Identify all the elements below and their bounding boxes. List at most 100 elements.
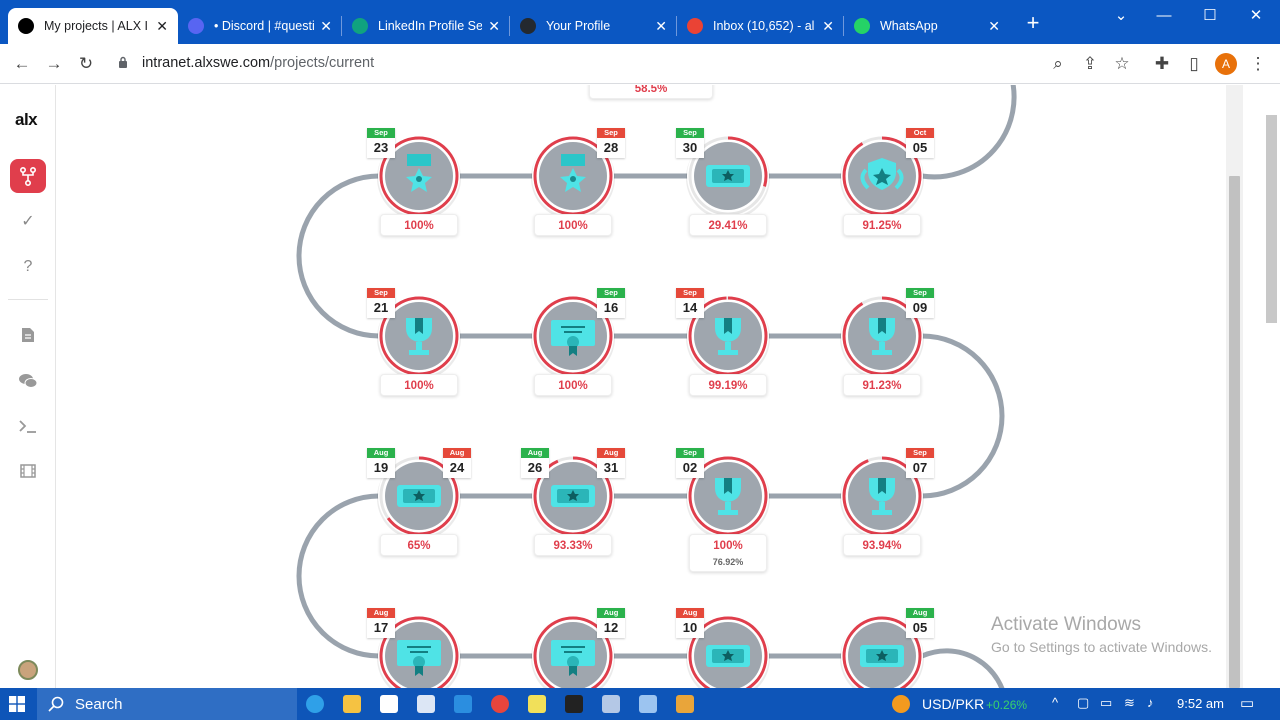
- tab-separator: [509, 16, 510, 36]
- battery-icon[interactable]: ▭: [1100, 695, 1112, 711]
- notifications-icon[interactable]: ▭: [1240, 694, 1254, 712]
- extensions-icon[interactable]: ✚: [1150, 52, 1174, 76]
- close-tab-icon[interactable]: ✕: [822, 18, 834, 35]
- project-score[interactable]: 58.5%: [589, 85, 713, 99]
- browser-tab[interactable]: My projects | ALX I ✕: [8, 8, 178, 44]
- close-window-button[interactable]: ✕: [1233, 0, 1279, 30]
- minimize-button[interactable]: —: [1141, 0, 1187, 30]
- profile-avatar[interactable]: A: [1215, 53, 1237, 75]
- project-score[interactable]: 100%: [380, 214, 458, 236]
- alx-logo[interactable]: alx: [15, 110, 38, 130]
- chrome-icon[interactable]: [491, 695, 509, 713]
- video-icon[interactable]: [16, 459, 40, 483]
- project-score[interactable]: 91.25%: [843, 214, 921, 236]
- stock-change: +0.26%: [986, 698, 1028, 712]
- windows-start-icon[interactable]: [9, 696, 25, 712]
- menu-icon[interactable]: ⋮: [1246, 52, 1270, 76]
- url-domain: intranet.alxswe.com: [142, 55, 271, 71]
- new-tab-button[interactable]: +: [1010, 8, 1056, 38]
- project-score[interactable]: 100%: [534, 374, 612, 396]
- project-score[interactable]: 93.33%: [534, 534, 612, 556]
- date-day: 17: [373, 620, 389, 635]
- project-score[interactable]: 99.19%: [689, 374, 767, 396]
- store-icon[interactable]: [380, 695, 398, 713]
- inner-scrollbar-thumb[interactable]: [1229, 176, 1240, 688]
- close-tab-icon[interactable]: ✕: [156, 18, 168, 35]
- browser-tab[interactable]: LinkedIn Profile Se ✕: [342, 8, 510, 44]
- tray-device-icon[interactable]: ▢: [1077, 695, 1089, 711]
- project-score[interactable]: 93.94%: [843, 534, 921, 556]
- stock-ticker[interactable]: USD/PKR: [922, 696, 984, 712]
- project-date-badge: Sep 09: [906, 288, 934, 318]
- project-score[interactable]: 91.23%: [843, 374, 921, 396]
- taskbar-clock[interactable]: 9:52 am: [1177, 696, 1224, 711]
- wifi-icon[interactable]: ≋: [1124, 695, 1135, 711]
- browser-tab[interactable]: • Discord | #questi ✕: [178, 8, 342, 44]
- volume-icon[interactable]: ♪: [1147, 695, 1154, 710]
- url-path: /projects/current: [270, 55, 375, 71]
- whatsapp-icon: [854, 18, 870, 34]
- project-date-badge: Aug 19: [367, 448, 395, 478]
- vscode-icon[interactable]: [454, 695, 472, 713]
- date-month: Aug: [597, 448, 625, 458]
- date-month: Aug: [521, 448, 549, 458]
- terminal-taskbar-icon[interactable]: [565, 695, 583, 713]
- date-day: 28: [603, 140, 619, 155]
- terminal-icon[interactable]: [16, 414, 40, 438]
- browser-tab-bar: My projects | ALX I ✕ • Discord | #questi ✕…: [0, 0, 1280, 44]
- help-icon[interactable]: ?: [16, 255, 40, 279]
- snip-icon[interactable]: [639, 695, 657, 713]
- zoom-icon[interactable]: ⌕: [1046, 52, 1070, 76]
- close-tab-icon[interactable]: ✕: [320, 18, 332, 35]
- back-icon[interactable]: ←: [10, 52, 34, 76]
- tool-icon[interactable]: [602, 695, 620, 713]
- project-date-badge: Sep 02: [676, 448, 704, 478]
- check-icon[interactable]: ✓: [16, 209, 40, 233]
- edge-icon[interactable]: [306, 695, 324, 713]
- taskbar-search[interactable]: Search: [37, 688, 297, 720]
- browser-tab[interactable]: WhatsApp ✕: [844, 8, 1010, 44]
- date-day: 24: [449, 460, 465, 475]
- project-score[interactable]: 29.41%: [689, 214, 767, 236]
- address-bar[interactable]: intranet.alxswe.com/projects/current: [142, 55, 374, 71]
- score-value: 100%: [713, 540, 743, 552]
- score-value: 91.25%: [862, 220, 902, 232]
- browser-tab[interactable]: Inbox (10,652) - al ✕: [677, 8, 844, 44]
- project-date-badge: Aug 05: [906, 608, 934, 638]
- share-icon[interactable]: ⇪: [1078, 52, 1102, 76]
- sidebar-item-projects[interactable]: [10, 159, 46, 193]
- reload-icon[interactable]: ↻: [74, 52, 98, 76]
- project-score[interactable]: 100%: [534, 214, 612, 236]
- bookmark-star-icon[interactable]: ☆: [1110, 52, 1134, 76]
- mail-icon[interactable]: [417, 695, 435, 713]
- date-day: 21: [373, 300, 389, 315]
- tray-chevron-icon[interactable]: ^: [1052, 695, 1058, 710]
- date-month: Sep: [676, 448, 704, 458]
- file-explorer-icon[interactable]: [343, 695, 361, 713]
- document-icon[interactable]: [16, 323, 40, 347]
- date-day: 14: [682, 300, 698, 315]
- app-icon[interactable]: [676, 695, 694, 713]
- user-avatar[interactable]: [18, 660, 38, 680]
- close-tab-icon[interactable]: ✕: [988, 18, 1000, 35]
- side-panel-icon[interactable]: ▯: [1182, 52, 1206, 76]
- forward-icon[interactable]: →: [42, 52, 66, 76]
- page-scrollbar-thumb[interactable]: [1266, 115, 1277, 323]
- notes-icon[interactable]: [528, 695, 546, 713]
- close-tab-icon[interactable]: ✕: [655, 18, 667, 35]
- date-month: Sep: [367, 288, 395, 298]
- close-tab-icon[interactable]: ✕: [488, 18, 500, 35]
- project-score[interactable]: 100%: [380, 374, 458, 396]
- tab-search-icon[interactable]: ⌄: [1098, 0, 1144, 30]
- browser-tab[interactable]: Your Profile ✕: [510, 8, 677, 44]
- date-month: Sep: [597, 288, 625, 298]
- project-score[interactable]: 100% 76.92%: [689, 534, 767, 572]
- maximize-button[interactable]: ☐: [1187, 0, 1233, 30]
- project-score[interactable]: 65%: [380, 534, 458, 556]
- date-day: 31: [603, 460, 619, 475]
- github-icon: [520, 18, 536, 34]
- projects-icon: [20, 167, 36, 186]
- date-day: 07: [912, 460, 928, 475]
- chat-icon[interactable]: [16, 369, 40, 393]
- alx-sidebar: alx ✓ ?: [0, 85, 56, 688]
